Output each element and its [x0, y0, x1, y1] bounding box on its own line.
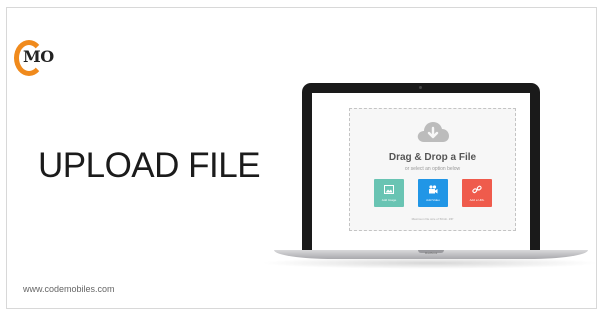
- webcam-icon: [419, 86, 422, 89]
- add-image-label: Add Image: [381, 198, 397, 202]
- logo-text: MO: [23, 47, 54, 66]
- add-url-label: Add a URL: [469, 198, 485, 202]
- laptop-screen: Drag & Drop a File or select an option b…: [312, 93, 530, 250]
- add-video-label: Add Video: [426, 198, 440, 202]
- link-icon: [472, 185, 482, 194]
- laptop-brand-label: MacBook: [424, 251, 438, 255]
- drop-zone-title: Drag & Drop a File: [388, 152, 477, 163]
- video-camera-icon: [429, 185, 438, 194]
- cloud-upload-icon: [417, 122, 449, 142]
- add-video-button[interactable]: Add Video: [418, 179, 448, 207]
- codemobiles-logo: MO: [14, 38, 66, 78]
- laptop-base: MacBook: [274, 250, 588, 259]
- file-drop-zone[interactable]: Drag & Drop a File or select an option b…: [349, 108, 516, 231]
- file-size-note: Maximum file size of 50mb. ZIP: [411, 217, 454, 221]
- image-icon: [384, 185, 394, 194]
- laptop-lid: Drag & Drop a File or select an option b…: [302, 83, 540, 250]
- add-url-button[interactable]: Add a URL: [462, 179, 492, 207]
- drop-zone-subtitle: or select an option below: [404, 166, 461, 172]
- page-headline: UPLOAD FILE: [38, 146, 261, 185]
- add-image-button[interactable]: Add Image: [374, 179, 404, 207]
- website-url[interactable]: www.codemobiles.com: [23, 284, 115, 294]
